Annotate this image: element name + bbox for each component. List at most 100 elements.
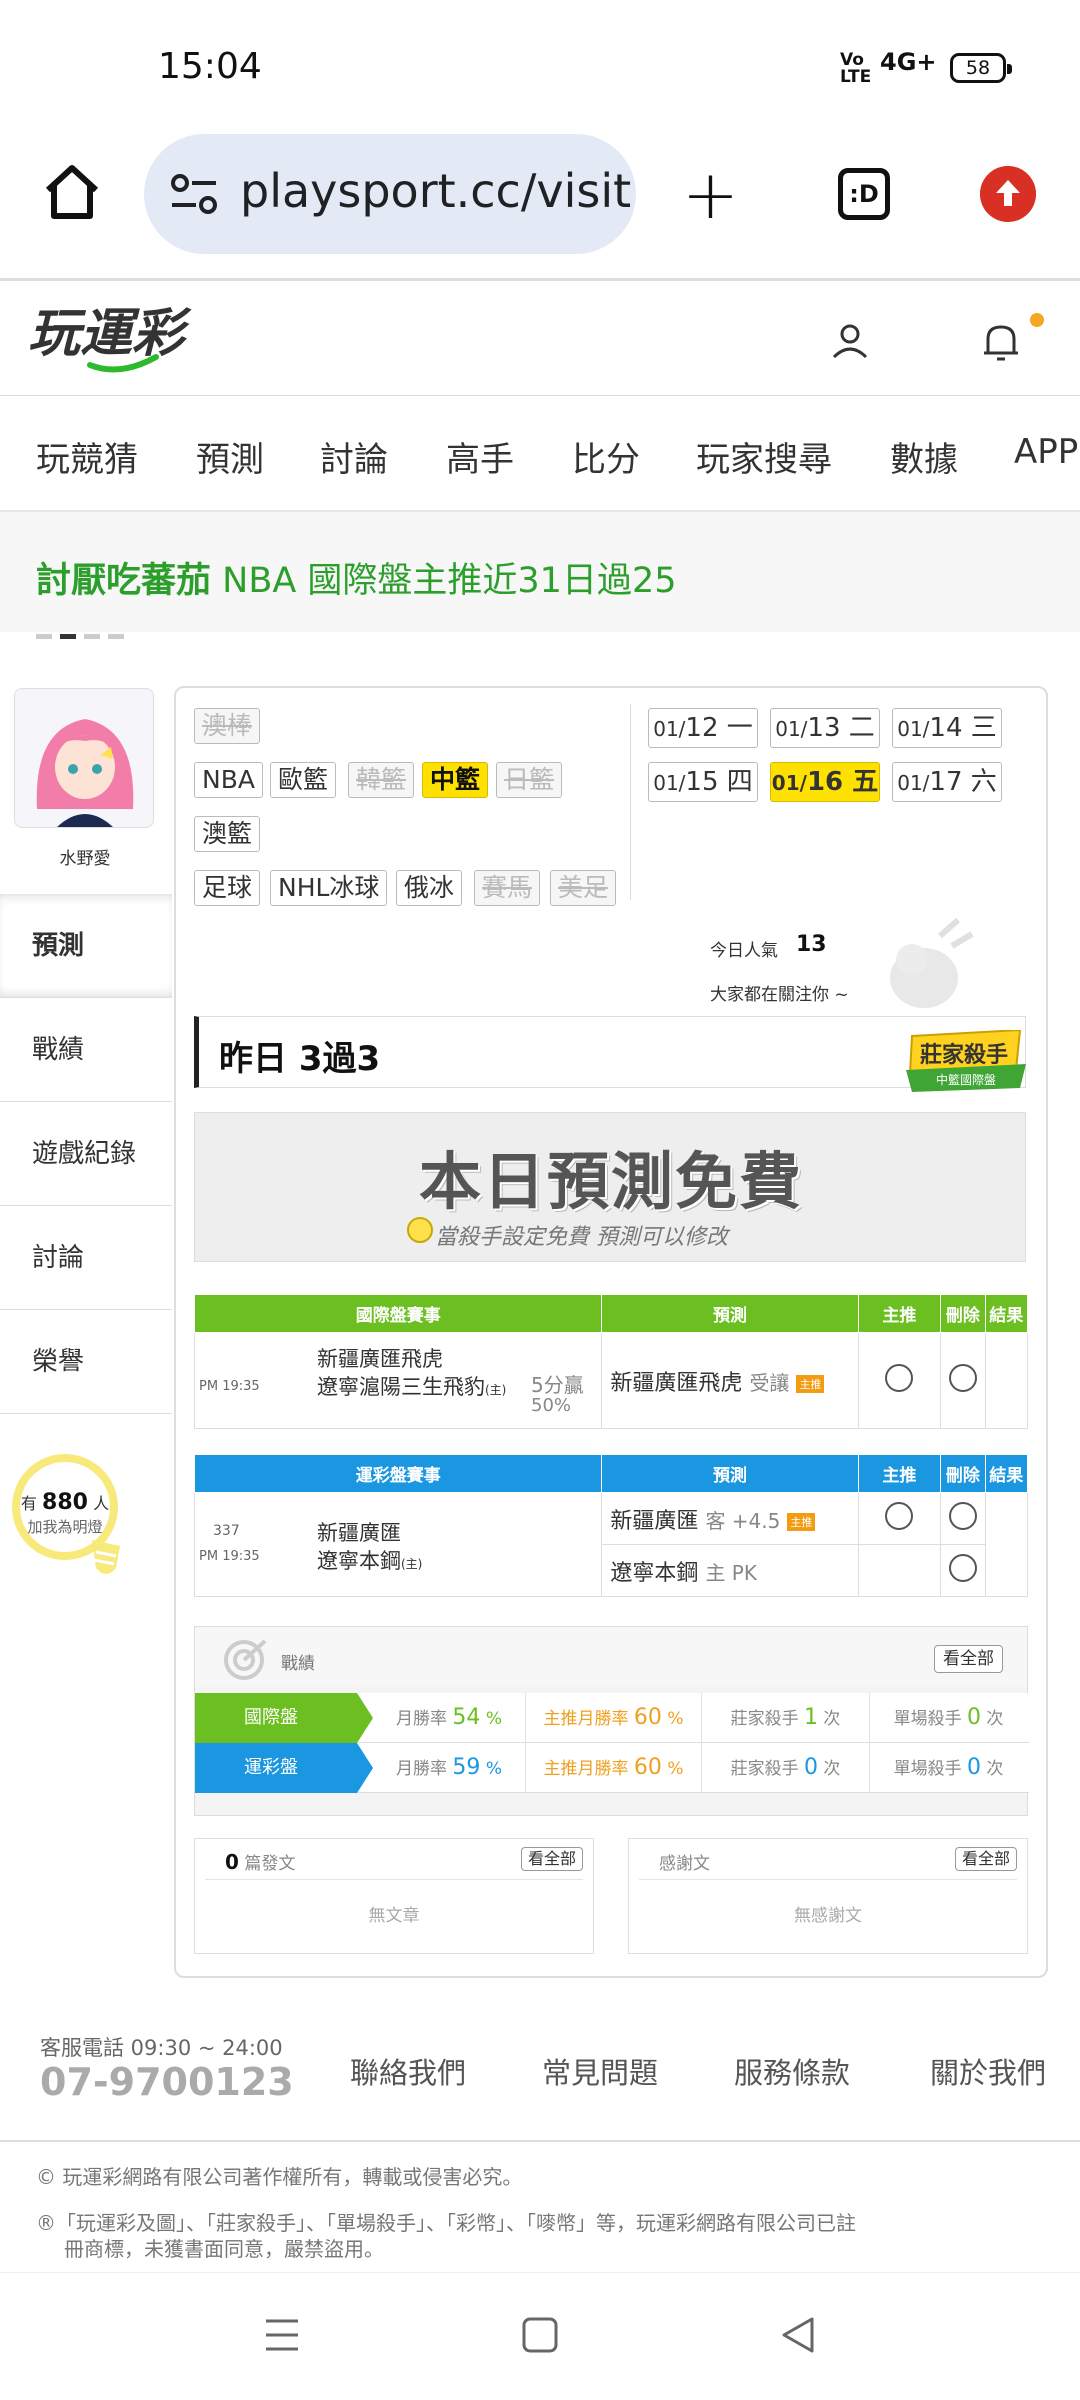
thanks-view-all-button[interactable]: 看全部	[954, 1847, 1017, 1871]
stats-main-rate: 主推月勝率 60 %	[525, 1693, 701, 1743]
league-korea-basketball: 韓籃	[348, 762, 415, 798]
date-0115[interactable]: 01/15 四	[648, 762, 758, 802]
free-banner-title: 本日預測免費	[418, 1145, 803, 1218]
bell-icon[interactable]	[982, 321, 1020, 363]
nav-item-player-search[interactable]: 玩家搜尋	[696, 432, 832, 481]
home-team: 新疆廣匯飛虎	[317, 1347, 443, 1371]
pick-cell: 遼寧本鋼 主 PK	[601, 1544, 859, 1597]
league-aus-baseball: 澳棒	[194, 708, 261, 744]
footer-link-terms[interactable]: 服務條款	[734, 2050, 850, 2092]
copyright: © 玩運彩網路有限公司著作權所有，轉載或侵害必究。	[36, 2165, 523, 2189]
footer-divider	[0, 2140, 1080, 2142]
delete-radio[interactable]	[948, 1554, 977, 1582]
stats-badge-intl: 國際盤	[195, 1693, 373, 1743]
nav-item-scores[interactable]: 比分	[572, 432, 640, 481]
league-nhl[interactable]: NHL冰球	[270, 870, 388, 906]
home-square-icon[interactable]	[520, 2315, 560, 2355]
menu-icon[interactable]	[262, 2315, 302, 2355]
col-header: 結果	[984, 1294, 1029, 1333]
popularity-value: 13	[796, 932, 827, 957]
stats-killer: 莊家殺手 0 次	[701, 1743, 869, 1793]
delete-radio[interactable]	[948, 1502, 977, 1530]
date-0116[interactable]: 01/16 五	[770, 762, 880, 802]
empty-cell	[857, 1544, 942, 1597]
pick-team: 新疆廣匯飛虎	[610, 1370, 743, 1396]
site-logo[interactable]: 玩運彩	[28, 299, 228, 379]
new-tab-icon[interactable]: +	[682, 162, 739, 230]
record-title: 昨日 3過3	[219, 1039, 381, 1079]
table-row: 337 PM 19:35 新疆廣匯 遼寧本鋼(主)	[193, 1492, 603, 1597]
spread-pct: 50%	[531, 1395, 572, 1416]
status-bar: 15:04 Vo LTE 4G+ 58	[0, 0, 1080, 130]
banner-text[interactable]: 討厭吃蕃茄 NBA 國際盤主推近31日過25	[36, 552, 677, 603]
banner-name: 討厭吃蕃茄	[36, 561, 212, 601]
stats-month-rate: 月勝率 59 %	[396, 1755, 502, 1780]
date-0113[interactable]: 01/13 二	[770, 708, 880, 748]
avatar[interactable]	[14, 688, 154, 828]
site-settings-icon[interactable]	[170, 172, 218, 216]
col-header: 預測	[601, 1294, 859, 1333]
date-0117[interactable]: 01/17 六	[892, 762, 1002, 802]
avatar-image	[15, 689, 153, 827]
nav-item-experts[interactable]: 高手	[446, 432, 514, 481]
home-team: 新疆廣匯	[317, 1521, 401, 1545]
col-header: 結果	[984, 1454, 1029, 1493]
date-0112[interactable]: 01/12 一	[648, 708, 758, 748]
pick-type: 客 +4.5	[705, 1508, 781, 1533]
prediction-panel: 澳棒 NBA 歐籃 韓籃 中籃 日籃 澳籃 足球 NHL冰球 俄冰 賽馬 美足 …	[174, 686, 1048, 1978]
thanks-title: 感謝文	[659, 1854, 710, 1874]
stats-killer: 莊家殺手 1 次	[701, 1693, 869, 1743]
main-pick-tag: 主推	[787, 1512, 816, 1531]
browser-toolbar: playsport.cc/visit + :D	[0, 130, 1080, 278]
update-icon[interactable]	[980, 166, 1036, 222]
col-header: 主推	[857, 1454, 942, 1493]
league-soccer[interactable]: 足球	[194, 870, 261, 906]
league-euro-basketball[interactable]: 歐籃	[270, 762, 337, 798]
sidebar-item-honor[interactable]: 榮譽	[0, 1310, 172, 1414]
game-number: 337	[213, 1523, 240, 1539]
bulb-icon	[92, 1540, 120, 1574]
nav-item-app[interactable]: APP	[1014, 432, 1078, 472]
league-nba[interactable]: NBA	[194, 762, 263, 798]
sidebar-item-discuss[interactable]: 討論	[0, 1206, 172, 1310]
footer-link-about[interactable]: 關於我們	[930, 2050, 1046, 2092]
result-cell	[984, 1332, 1029, 1429]
pick-cell: 新疆廣匯 客 +4.5 主推	[601, 1492, 859, 1545]
tab-switcher-button[interactable]: :D	[838, 168, 890, 220]
articles-view-all-button[interactable]: 看全部	[520, 1847, 583, 1871]
sidebar-item-game-log[interactable]: 遊戲紀錄	[0, 1102, 172, 1206]
volte-icon: Vo LTE	[840, 50, 872, 87]
trademark-line2: 冊商標，未獲書面同意，嚴禁盜用。	[64, 2237, 384, 2261]
service-phone[interactable]: 07-9700123	[40, 2060, 294, 2104]
stats-label: 戰績	[281, 1654, 315, 1674]
back-icon[interactable]	[778, 2315, 818, 2355]
home-icon[interactable]	[40, 160, 104, 224]
site-header: 玩運彩	[0, 278, 1080, 396]
date-0114[interactable]: 01/14 三	[892, 708, 1002, 748]
address-bar[interactable]: playsport.cc/visit	[144, 134, 636, 254]
sidebar-item-record[interactable]: 戰績	[0, 998, 172, 1102]
main-pick-radio[interactable]	[885, 1364, 914, 1392]
league-aus-basketball[interactable]: 澳籃	[194, 816, 261, 852]
col-header: 主推	[857, 1294, 942, 1333]
stats-view-all-button[interactable]: 看全部	[934, 1645, 1003, 1673]
footer-link-faq[interactable]: 常見問題	[542, 2050, 658, 2092]
col-header: 運彩盤賽事	[193, 1454, 603, 1493]
delete-radio[interactable]	[948, 1364, 977, 1392]
sidebar-item-predict[interactable]: 預測	[0, 894, 172, 998]
killer-badge-sub: 中籃國際盤	[936, 1072, 996, 1087]
user-icon[interactable]	[830, 321, 870, 361]
stats-main-rate: 主推月勝率 60 %	[525, 1743, 701, 1793]
table-row: PM 19:35 新疆廣匯飛虎 遼寧滬陽三生飛豹(主) 5分贏 50%	[193, 1332, 603, 1429]
nav-item-guess[interactable]: 玩競猜	[36, 432, 138, 481]
footer-link-contact[interactable]: 聯絡我們	[350, 2050, 466, 2092]
league-china-basketball[interactable]: 中籃	[422, 762, 489, 798]
killer-badge-text: 莊家殺手	[920, 1042, 1008, 1068]
league-russia-hockey[interactable]: 俄冰	[396, 870, 463, 906]
main-pick-radio[interactable]	[885, 1502, 914, 1530]
nav-item-predict[interactable]: 預測	[196, 432, 264, 481]
stats-header: 戰績 看全部	[195, 1627, 1027, 1687]
headline-banner[interactable]: 討厭吃蕃茄 NBA 國際盤主推近31日過25	[0, 512, 1080, 639]
nav-item-data[interactable]: 數據	[890, 432, 958, 481]
nav-item-discuss[interactable]: 討論	[320, 432, 388, 481]
